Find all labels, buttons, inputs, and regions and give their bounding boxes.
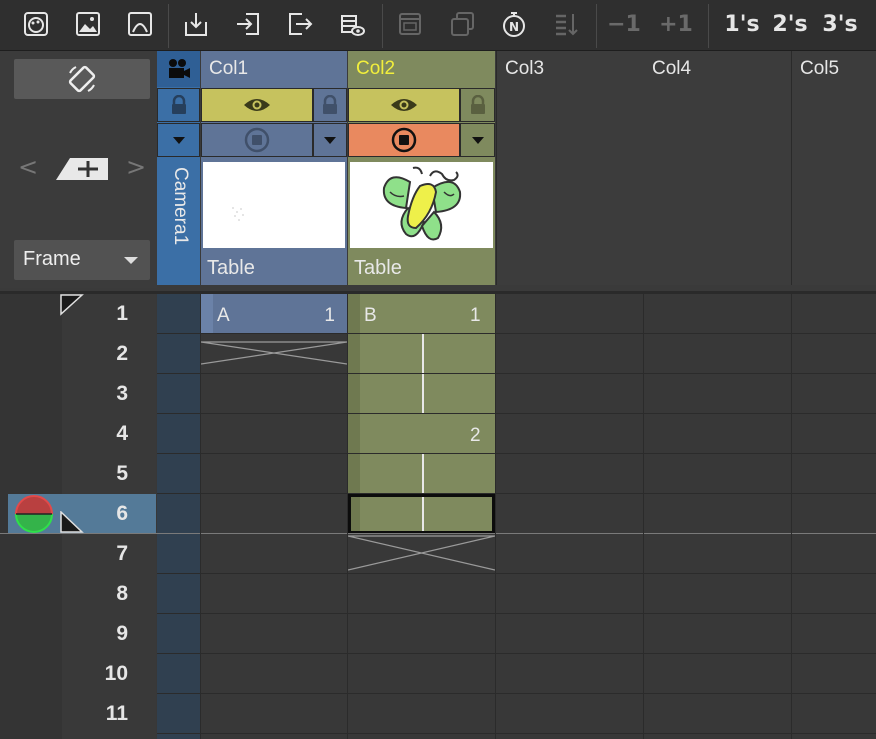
column-header-col4[interactable]: Col4 — [644, 51, 792, 285]
eye-icon — [244, 99, 270, 111]
hold-line — [422, 334, 424, 414]
cell-col1-row1[interactable]: A 1 — [201, 294, 347, 334]
butterfly-drawing — [382, 166, 462, 241]
camera-column-cells[interactable] — [157, 294, 200, 739]
row-number[interactable]: 3 — [62, 374, 156, 414]
camstand-icon — [391, 127, 417, 153]
row-number[interactable]: 7 — [62, 534, 156, 574]
row-number[interactable]: 2 — [62, 334, 156, 374]
frame-dropdown-label: Frame — [23, 248, 81, 270]
chevron-down-icon — [124, 257, 138, 264]
twos-button[interactable]: 2's — [770, 6, 810, 42]
chevron-down-icon — [471, 136, 484, 144]
sort-icon[interactable] — [548, 6, 584, 42]
onion-skin-toggle-icon[interactable] — [13, 494, 55, 534]
column-name[interactable]: Col5 — [792, 51, 876, 87]
column-name[interactable]: Col1 — [201, 51, 347, 87]
lock-toggle[interactable] — [313, 88, 347, 122]
prev-level-icon[interactable]: < — [18, 153, 38, 181]
threes-button[interactable]: 3's — [820, 6, 860, 42]
chevron-down-icon — [324, 136, 336, 144]
camstand-icon — [244, 127, 270, 153]
arc-icon[interactable] — [122, 6, 158, 42]
layers-icon[interactable] — [444, 6, 480, 42]
camera-label: Camera1 — [170, 167, 191, 246]
toolbar-separator — [382, 4, 383, 48]
column-header-col1[interactable]: Col1 Table — [201, 51, 347, 285]
next-level-icon[interactable]: > — [126, 153, 146, 181]
end-of-level-marker — [348, 535, 495, 571]
play-range-start-marker[interactable] — [60, 294, 84, 316]
row-number[interactable]: 11 — [62, 694, 156, 734]
camera-icon — [157, 51, 200, 87]
lock-icon — [470, 95, 485, 114]
enter-icon[interactable] — [230, 6, 266, 42]
column-name[interactable]: Col3 — [497, 51, 644, 87]
camstand-visible-toggle[interactable] — [201, 123, 313, 157]
column-menu-toggle[interactable] — [313, 123, 347, 157]
ones-button[interactable]: 1's — [722, 6, 762, 42]
lock-toggle[interactable] — [460, 88, 495, 122]
plus-one-button[interactable]: +1 — [658, 6, 694, 42]
column-header-col5[interactable]: Col5 — [792, 51, 876, 285]
frame-dropdown[interactable]: Frame — [14, 240, 150, 280]
palette-icon[interactable] — [18, 6, 54, 42]
rotate-layout-icon — [68, 65, 96, 93]
image-icon[interactable] — [70, 6, 106, 42]
camstand-visible-toggle[interactable] — [348, 123, 460, 157]
eye-icon — [391, 99, 417, 111]
cell-frame-number: 2 — [470, 425, 481, 446]
play-range-end-marker[interactable] — [60, 511, 84, 533]
left-header-panel: < > Frame — [0, 51, 157, 288]
toggle-orientation-button[interactable] — [14, 59, 150, 99]
column-header-col3[interactable]: Col3 — [496, 51, 645, 285]
column-footer-label: Table — [354, 257, 402, 279]
stopwatch-icon[interactable]: N — [496, 6, 532, 42]
toolbar-separator — [168, 4, 169, 48]
window-icon[interactable] — [392, 6, 428, 42]
camera-column-header[interactable]: Camera1 — [157, 51, 200, 285]
column-thumbnail — [350, 162, 493, 248]
row-number[interactable]: 8 — [62, 574, 156, 614]
selected-cell[interactable] — [348, 494, 495, 534]
new-level-icon[interactable] — [56, 154, 108, 186]
camera-lock-icon[interactable] — [157, 88, 200, 122]
column-thumbnail — [203, 162, 345, 248]
row-number[interactable]: 10 — [62, 654, 156, 694]
scene-view-icon[interactable] — [334, 6, 370, 42]
exit-icon[interactable] — [282, 6, 318, 42]
column-name[interactable]: Col2 — [348, 51, 495, 87]
minus-one-button[interactable]: −1 — [606, 6, 642, 42]
cell-frame-number: 1 — [324, 305, 335, 326]
import-icon[interactable] — [178, 6, 214, 42]
row-number[interactable]: 5 — [62, 454, 156, 494]
column-menu-toggle[interactable] — [460, 123, 495, 157]
toolbar-separator — [596, 4, 597, 48]
column-footer-label: Table — [207, 257, 255, 279]
toolbar: N −1 +1 1's 2's 3's — [0, 0, 876, 51]
xsheet-grid[interactable]: A 1 B 1 2 1 2 3 4 5 6 7 8 9 10 11 — [0, 291, 876, 739]
cell-level-name: B — [364, 305, 377, 326]
row-number[interactable]: 9 — [62, 614, 156, 654]
end-of-level-marker — [201, 341, 347, 365]
column-name[interactable]: Col4 — [644, 51, 791, 87]
camera-collapse-icon[interactable] — [157, 123, 200, 157]
row-number[interactable]: 4 — [62, 414, 156, 454]
preview-visible-toggle[interactable] — [201, 88, 313, 122]
preview-visible-toggle[interactable] — [348, 88, 460, 122]
lock-icon — [323, 95, 337, 114]
svg-text:N: N — [509, 20, 519, 34]
toolbar-separator — [708, 4, 709, 48]
cell-level-name: A — [217, 305, 230, 326]
cell-frame-number: 1 — [470, 305, 481, 326]
column-header-col2[interactable]: Col2 Table — [348, 51, 495, 285]
